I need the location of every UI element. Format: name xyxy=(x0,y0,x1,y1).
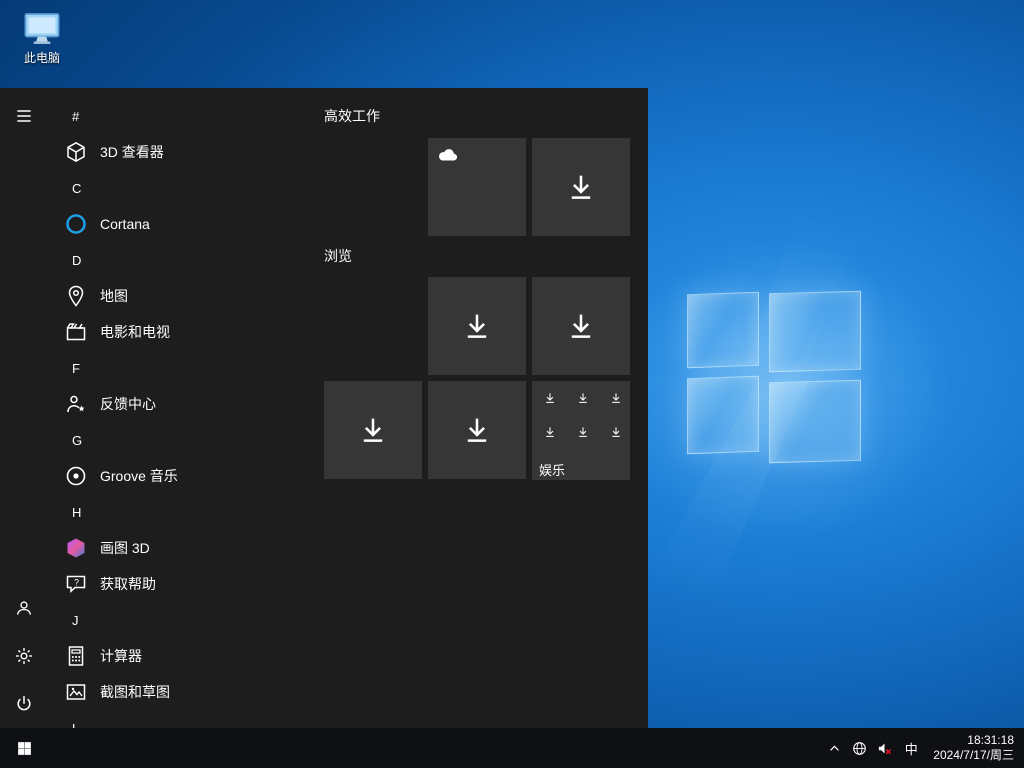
start-tile[interactable] xyxy=(428,138,526,236)
clock-time: 18:31:18 xyxy=(933,733,1014,748)
paint3d-icon xyxy=(64,536,88,560)
app-item[interactable]: 电影和电视 xyxy=(60,314,316,350)
app-section-header[interactable]: J xyxy=(60,602,316,638)
tile-folder[interactable]: 娱乐 xyxy=(532,381,630,480)
help-icon: ? xyxy=(64,572,88,596)
app-item[interactable]: 反馈中心 xyxy=(60,386,316,422)
settings-button[interactable] xyxy=(0,632,48,680)
rail-top xyxy=(0,88,48,140)
rail-bottom xyxy=(0,584,48,728)
start-tile[interactable] xyxy=(428,381,526,479)
app-item-label: 计算器 xyxy=(100,646,142,666)
windows-logo-icon xyxy=(16,740,33,757)
app-item-label: 画图 3D xyxy=(100,538,150,558)
app-section-header[interactable]: D xyxy=(60,242,316,278)
app-item-label: Cortana xyxy=(100,216,150,232)
app-item[interactable]: Cortana xyxy=(60,206,316,242)
volume-button[interactable] xyxy=(872,728,897,768)
app-item-label: 获取帮助 xyxy=(100,574,156,594)
app-item[interactable]: 计算器 xyxy=(60,638,316,674)
groove-icon xyxy=(64,464,88,488)
start-tile[interactable] xyxy=(428,277,526,375)
app-section-header[interactable]: L xyxy=(60,710,316,728)
svg-text:?: ? xyxy=(74,578,79,588)
user-icon xyxy=(14,598,34,618)
volume-muted-icon xyxy=(876,740,893,757)
windows-logo-pane xyxy=(687,376,759,455)
cube-icon xyxy=(64,140,88,164)
download-icon xyxy=(460,413,494,447)
system-tray: 中 18:31:18 2024/7/17/周三 xyxy=(822,728,1024,768)
taskbar-clock[interactable]: 18:31:18 2024/7/17/周三 xyxy=(925,733,1024,763)
app-item[interactable]: 地图 xyxy=(60,278,316,314)
app-item[interactable]: ? 获取帮助 xyxy=(60,566,316,602)
movies-icon xyxy=(64,320,88,344)
download-icon xyxy=(543,391,557,405)
app-section-header[interactable]: # xyxy=(60,98,316,134)
download-icon xyxy=(609,425,623,439)
app-item[interactable]: 截图和草图 xyxy=(60,674,316,710)
ime-button[interactable]: 中 xyxy=(897,728,925,768)
network-globe-icon xyxy=(851,740,868,757)
download-icon xyxy=(564,309,598,343)
start-button[interactable] xyxy=(0,728,48,768)
tiles-area: 高效工作浏览娱乐 xyxy=(324,88,648,728)
app-item[interactable]: 画图 3D xyxy=(60,530,316,566)
tile-folder-label: 娱乐 xyxy=(539,460,565,479)
network-button[interactable] xyxy=(847,728,872,768)
windows-logo-pane xyxy=(769,291,861,372)
taskbar: 中 18:31:18 2024/7/17/周三 xyxy=(0,728,1024,768)
start-tile[interactable] xyxy=(532,277,630,375)
ime-label: 中 xyxy=(905,739,918,758)
hamburger-icon xyxy=(14,106,34,126)
tile-group-header: 高效工作 xyxy=(324,109,380,123)
download-icon xyxy=(460,309,494,343)
download-icon xyxy=(576,391,590,405)
start-menu: #3D 查看器 C Cortana D 地图电影和电视 F 反馈中心 G Groove 音乐 H画… xyxy=(0,88,648,728)
app-section-header[interactable]: H xyxy=(60,494,316,530)
this-pc-icon xyxy=(22,10,62,48)
map-icon xyxy=(64,284,88,308)
user-button[interactable] xyxy=(0,584,48,632)
app-item-label: 反馈中心 xyxy=(100,394,156,414)
gear-icon xyxy=(14,646,34,666)
start-tile[interactable] xyxy=(324,381,422,479)
power-button[interactable] xyxy=(0,680,48,728)
app-section-header[interactable]: F xyxy=(60,350,316,386)
snip-icon xyxy=(64,680,88,704)
app-item-label: 截图和草图 xyxy=(100,682,170,702)
tray-overflow-button[interactable] xyxy=(822,728,847,768)
download-icon xyxy=(543,425,557,439)
app-section-header[interactable]: C xyxy=(60,170,316,206)
start-rail xyxy=(0,88,48,728)
app-item-label: Groove 音乐 xyxy=(100,466,178,486)
download-icon xyxy=(609,391,623,405)
calculator-icon xyxy=(64,644,88,668)
chevron-up-icon xyxy=(826,740,843,757)
download-icon xyxy=(356,413,390,447)
menu-button[interactable] xyxy=(0,92,48,140)
app-item-label: 3D 查看器 xyxy=(100,142,164,162)
screen: 此电脑 #3D 查看器 C Cortana D 地图电影和电视 F 反馈中心 G Groove … xyxy=(0,0,1024,768)
app-item-label: 地图 xyxy=(100,286,128,306)
clock-date: 2024/7/17/周三 xyxy=(933,748,1014,763)
app-list: #3D 查看器 C Cortana D 地图电影和电视 F 反馈中心 G Groove 音乐 H画… xyxy=(60,98,316,728)
power-icon xyxy=(14,694,34,714)
onedrive-cloud-icon xyxy=(436,145,460,163)
app-item[interactable]: Groove 音乐 xyxy=(60,458,316,494)
download-icon xyxy=(576,425,590,439)
windows-logo-pane xyxy=(769,380,861,463)
app-section-header[interactable]: G xyxy=(60,422,316,458)
desktop-icon-this-pc[interactable]: 此电脑 xyxy=(14,10,70,66)
desktop-icon-label: 此电脑 xyxy=(14,49,70,66)
app-item[interactable]: 3D 查看器 xyxy=(60,134,316,170)
feedback-icon xyxy=(64,392,88,416)
start-tile[interactable] xyxy=(532,138,630,236)
download-icon xyxy=(564,170,598,204)
windows-logo-pane xyxy=(687,292,759,369)
app-item-label: 电影和电视 xyxy=(100,322,170,342)
cortana-icon xyxy=(64,212,88,236)
tile-group-header: 浏览 xyxy=(324,249,352,263)
